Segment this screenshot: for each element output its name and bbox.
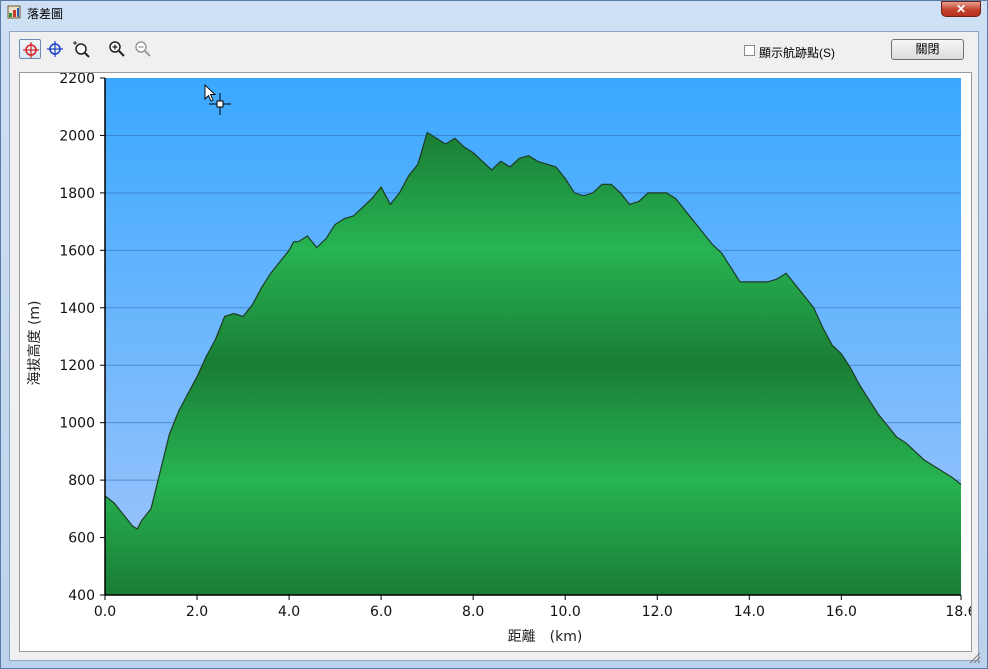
x-tick-label: 14.0 <box>734 604 765 620</box>
show-track-points-checkbox[interactable] <box>744 45 755 56</box>
close-icon: ✕ <box>955 2 967 16</box>
y-tick-label: 1800 <box>59 186 95 202</box>
close-button[interactable]: 關閉 <box>891 39 964 60</box>
y-tick-label: 2000 <box>59 128 95 144</box>
y-tick-label: 800 <box>68 473 95 489</box>
x-axis-ticks: 0.0 2.0 4.0 6.0 8.0 10.0 12.0 14.0 16.0 18.6 <box>94 595 977 620</box>
x-tick-label: 4.0 <box>278 604 300 620</box>
x-tick-label: 12.0 <box>642 604 673 620</box>
y-axis-ticks: 400 600 800 1000 1200 1400 1600 1800 2000 2200 <box>59 71 105 604</box>
zoom-region-button[interactable] <box>71 39 93 59</box>
window-close-button[interactable]: ✕ <box>941 1 981 17</box>
blue-crosshair-tool-button[interactable] <box>44 39 66 59</box>
client-area: 顯示航跡點(S) 關閉 0.0 2.0 4.0 6.0 8.0 10.0 12.… <box>9 31 979 661</box>
zoom-out-button[interactable] <box>132 39 154 59</box>
blue-crosshair-tool-icon <box>47 41 63 57</box>
y-tick-label: 1400 <box>59 301 95 317</box>
x-tick-label: 16.0 <box>826 604 857 620</box>
resize-grip-icon[interactable] <box>967 650 981 664</box>
y-tick-label: 400 <box>68 588 95 604</box>
zoom-out-icon <box>135 41 151 57</box>
zoom-in-button[interactable] <box>106 39 128 59</box>
y-tick-label: 600 <box>68 531 95 547</box>
zoom-region-icon <box>73 41 90 58</box>
x-tick-label: 18.6 <box>945 604 971 620</box>
x-tick-label: 10.0 <box>550 604 581 620</box>
y-tick-label: 1200 <box>59 358 95 374</box>
chart-panel: 0.0 2.0 4.0 6.0 8.0 10.0 12.0 14.0 16.0 18.6 400 6… <box>19 71 977 652</box>
y-tick-label: 2200 <box>59 73 95 87</box>
x-tick-label: 0.0 <box>94 604 116 620</box>
y-tick-label: 1600 <box>59 243 95 259</box>
x-tick-label: 6.0 <box>370 604 392 620</box>
window-title: 落差圖 <box>27 7 64 21</box>
red-crosshair-tool-icon <box>23 42 39 58</box>
x-axis-label: 距離 (km) <box>508 628 583 645</box>
red-crosshair-tool-button[interactable] <box>19 39 41 59</box>
app-icon <box>7 5 21 19</box>
show-track-points-label: 顯示航跡點(S) <box>759 46 835 60</box>
elevation-profile-chart[interactable]: 0.0 2.0 4.0 6.0 8.0 10.0 12.0 14.0 16.0 18.6 400 6… <box>20 71 977 651</box>
title-bar[interactable]: 落差圖 ✕ <box>1 1 987 25</box>
y-tick-label: 1000 <box>59 416 95 432</box>
x-tick-label: 8.0 <box>462 604 484 620</box>
zoom-in-icon <box>109 41 125 57</box>
y-axis-label: 海拔高度 (m) <box>26 300 43 385</box>
x-tick-label: 2.0 <box>186 604 208 620</box>
profile-window: 落差圖 ✕ 顯示航跡點(S) 關閉 0.0 2.0 4.0 6.0 8.0 10… <box>0 0 988 669</box>
